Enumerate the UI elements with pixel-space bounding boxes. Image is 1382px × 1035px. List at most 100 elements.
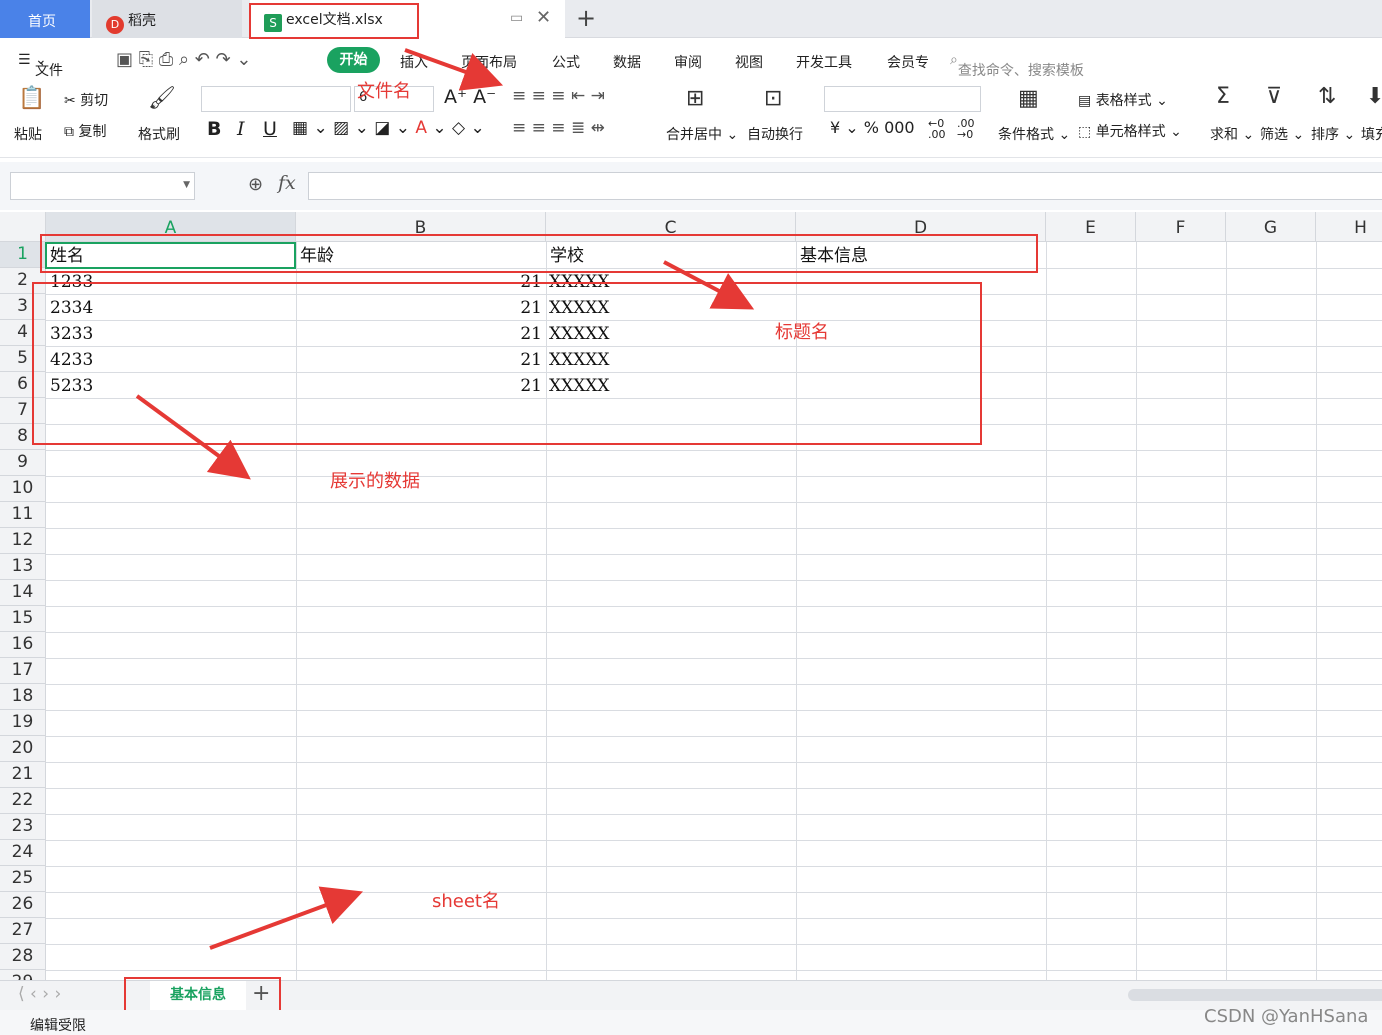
command-search[interactable]: ⌕ 查找命令、搜索模板 (950, 52, 1084, 79)
quick-access-icons[interactable]: ▣ ⎘ ⎙ ⌕ ↶ ↷ ⌄ (116, 49, 251, 70)
sort-button[interactable]: 排序 ⌄ (1311, 124, 1355, 144)
row-header[interactable]: 29 (0, 970, 46, 980)
font-name-select[interactable] (201, 86, 351, 112)
row-header[interactable]: 13 (0, 554, 46, 580)
row-header[interactable]: 14 (0, 580, 46, 606)
row-header[interactable]: 6 (0, 372, 46, 398)
tab-home[interactable]: 首页 (0, 0, 90, 38)
font-grow-shrink-icon[interactable]: A⁺ A⁻ (444, 86, 496, 108)
menu-review[interactable]: 审阅 (674, 52, 702, 72)
tab-daoke[interactable]: D 稻壳 (92, 0, 242, 38)
header-cell-a1[interactable]: 姓名 (50, 243, 84, 269)
age-cell[interactable]: 21 (480, 295, 542, 321)
row-header[interactable]: 3 (0, 294, 46, 320)
cut-button[interactable]: ✂ 剪切 (64, 90, 108, 110)
number-format-buttons[interactable]: ¥ ⌄ % 000 (830, 118, 915, 137)
row-header[interactable]: 21 (0, 762, 46, 788)
row-header[interactable]: 23 (0, 814, 46, 840)
age-cell[interactable]: 21 (480, 347, 542, 373)
row-header[interactable]: 8 (0, 424, 46, 450)
fx-label[interactable]: fx (278, 172, 296, 194)
menu-page-layout[interactable]: 页面布局 (461, 52, 517, 72)
school-cell[interactable]: XXXXX (549, 295, 610, 321)
merge-center-button[interactable]: 合并居中 ⌄ (666, 124, 738, 144)
row-header[interactable]: 19 (0, 710, 46, 736)
age-cell[interactable]: 21 (480, 269, 542, 295)
formula-input[interactable] (308, 172, 1382, 200)
italic-button[interactable]: I (237, 118, 245, 140)
school-cell[interactable]: XXXXX (549, 347, 610, 373)
row-header[interactable]: 26 (0, 892, 46, 918)
sum-button[interactable]: 求和 ⌄ (1210, 124, 1254, 144)
name-cell[interactable]: 4233 (50, 347, 93, 373)
column-header-g[interactable]: G (1226, 212, 1316, 242)
column-header-b[interactable]: B (296, 212, 546, 242)
row-header[interactable]: 22 (0, 788, 46, 814)
name-cell[interactable]: 5233 (50, 373, 93, 399)
row-header[interactable]: 9 (0, 450, 46, 476)
row-header[interactable]: 1 (0, 242, 46, 268)
name-cell[interactable]: 2334 (50, 295, 93, 321)
increase-decimal-button[interactable]: ←0 .00 (928, 118, 946, 140)
menu-formula[interactable]: 公式 (552, 52, 580, 72)
row-header[interactable]: 17 (0, 658, 46, 684)
header-cell-c1[interactable]: 学校 (550, 243, 584, 269)
paste-button[interactable]: 粘贴 (14, 124, 42, 144)
format-painter-icon[interactable]: 🖌 (148, 86, 176, 111)
menu-file[interactable]: ☰ 文件 ⌄ (18, 52, 63, 79)
row-header[interactable]: 7 (0, 398, 46, 424)
row-header[interactable]: 16 (0, 632, 46, 658)
conditional-format-icon[interactable]: ▦ (1018, 86, 1039, 111)
format-icons[interactable]: ▦ ⌄ ▨ ⌄ ◪ ⌄ A ⌄ ◇ ⌄ (292, 118, 485, 138)
sort-icon[interactable]: ⇅ (1318, 84, 1336, 109)
merge-icon[interactable]: ⊞ (686, 86, 704, 111)
column-header-a[interactable]: A (46, 212, 296, 242)
column-header-d[interactable]: D (796, 212, 1046, 242)
row-header[interactable]: 5 (0, 346, 46, 372)
menu-member[interactable]: 会员专 (887, 52, 929, 72)
sheet-tab-active[interactable]: 基本信息 (150, 981, 246, 1010)
name-box[interactable]: ▼ (10, 172, 195, 200)
school-cell[interactable]: XXXXX (549, 321, 610, 347)
format-painter-button[interactable]: 格式刷 (138, 124, 180, 144)
number-format-select[interactable] (824, 86, 981, 112)
filter-icon[interactable]: ⊽ (1266, 84, 1282, 109)
tab-excel-file[interactable]: Sexcel文档.xlsx ▭ ✕ (250, 0, 565, 38)
age-cell[interactable]: 21 (480, 321, 542, 347)
column-header-c[interactable]: C (546, 212, 796, 242)
column-header-h[interactable]: H (1316, 212, 1382, 242)
name-cell[interactable]: 3233 (50, 321, 93, 347)
menu-start[interactable]: 开始 (327, 47, 380, 73)
align-horizontal-icons[interactable]: ≡ ≡ ≡ ≣ ⇹ (512, 118, 605, 138)
menu-developer[interactable]: 开发工具 (796, 52, 852, 72)
name-cell[interactable]: 1233 (50, 269, 93, 295)
row-header[interactable]: 2 (0, 268, 46, 294)
row-header[interactable]: 11 (0, 502, 46, 528)
fill-button[interactable]: 填充 (1361, 124, 1382, 144)
school-cell[interactable]: XXXXX (549, 269, 610, 295)
row-header[interactable]: 24 (0, 840, 46, 866)
column-header-f[interactable]: F (1136, 212, 1226, 242)
row-header[interactable]: 25 (0, 866, 46, 892)
row-header[interactable]: 4 (0, 320, 46, 346)
header-cell-b1[interactable]: 年龄 (300, 243, 334, 269)
decrease-decimal-button[interactable]: .00 →0 (957, 118, 975, 140)
school-cell[interactable]: XXXXX (549, 373, 610, 399)
row-header[interactable]: 12 (0, 528, 46, 554)
menu-insert[interactable]: 插入 (400, 52, 428, 72)
row-header[interactable]: 20 (0, 736, 46, 762)
menu-view[interactable]: 视图 (735, 52, 763, 72)
menu-data[interactable]: 数据 (613, 52, 641, 72)
select-all-corner[interactable] (0, 212, 46, 242)
align-top-icons[interactable]: ≡ ≡ ≡ ⇤ ⇥ (512, 86, 605, 106)
zoom-formula-icon[interactable]: ⊕ (248, 174, 263, 195)
underline-button[interactable]: U (263, 118, 277, 140)
column-header-e[interactable]: E (1046, 212, 1136, 242)
close-tab-icon[interactable]: ✕ (536, 7, 551, 28)
chevron-down-icon[interactable]: ▼ (183, 180, 190, 190)
bold-button[interactable]: B (207, 118, 221, 140)
fill-icon[interactable]: ⬇ (1366, 84, 1382, 109)
row-header[interactable]: 15 (0, 606, 46, 632)
add-sheet-button[interactable]: + (252, 981, 270, 1006)
sheet-nav-arrows[interactable]: ⟨ ‹ › › (18, 984, 61, 1004)
